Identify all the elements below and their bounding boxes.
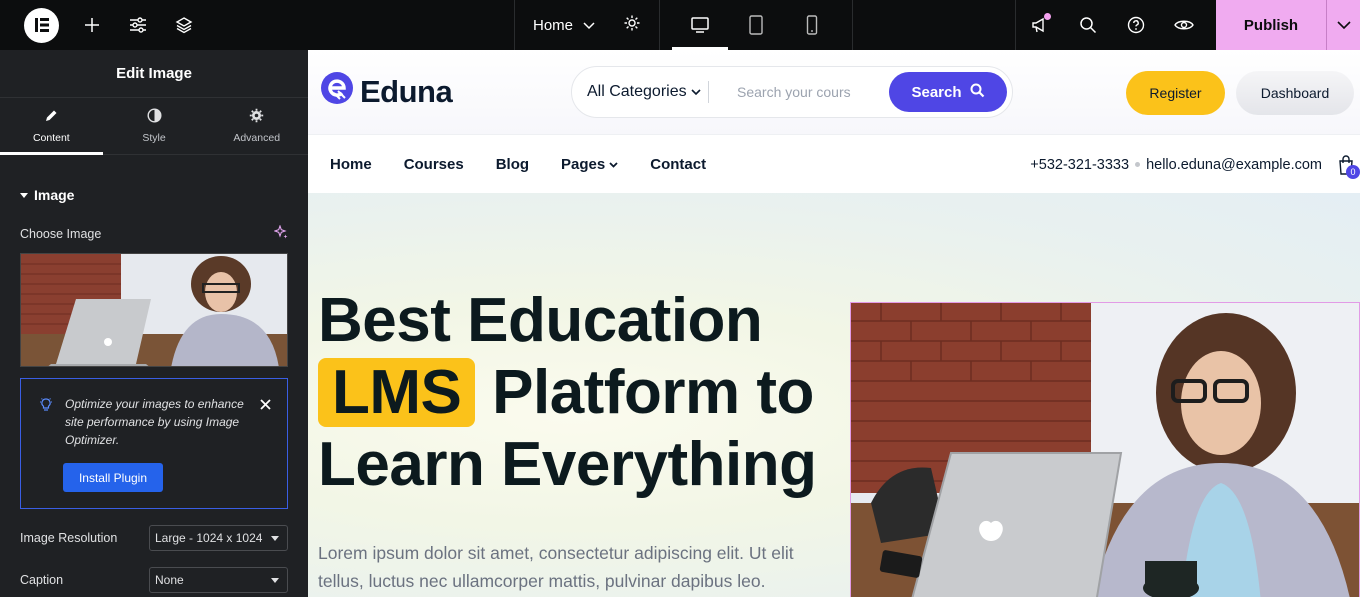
- caret-down-icon: [271, 535, 279, 541]
- nav-item-pages-label: Pages: [561, 156, 606, 173]
- eduna-logo-icon: [320, 71, 354, 113]
- hero-line-2: LMS Platform to: [318, 357, 816, 429]
- preview-canvas: Eduna All Categories Search your cours S…: [308, 50, 1360, 597]
- hero-section: Best Education LMS Platform to Learn Eve…: [308, 193, 1360, 597]
- chevron-down-icon: [609, 161, 618, 168]
- nav-item-contact[interactable]: Contact: [650, 156, 706, 173]
- topbar-right-group: Publish: [1015, 0, 1360, 50]
- category-label: All Categories: [587, 83, 687, 100]
- hero-line-1: Best Education: [318, 286, 763, 355]
- image-optimizer-notice: Optimize your images to enhance site per…: [20, 378, 288, 509]
- caption-row: Caption None: [0, 567, 308, 593]
- register-button[interactable]: Register: [1126, 71, 1225, 115]
- close-icon[interactable]: [260, 397, 271, 415]
- nav-item-blog[interactable]: Blog: [496, 156, 529, 173]
- nav-item-courses[interactable]: Courses: [404, 156, 464, 173]
- tab-content[interactable]: Content: [0, 98, 103, 155]
- structure-layers-icon[interactable]: [161, 0, 207, 50]
- site-header: Eduna All Categories Search your cours S…: [308, 50, 1360, 134]
- search-input[interactable]: Search your cours: [737, 84, 867, 100]
- chevron-down-icon: [691, 83, 701, 101]
- course-search-bar: All Categories Search your cours Search: [571, 66, 1013, 118]
- image-resolution-value: Large - 1024 x 1024: [155, 531, 263, 545]
- image-preview-thumbnail[interactable]: [20, 253, 288, 367]
- panel-title: Edit Image: [0, 50, 308, 98]
- hero-image[interactable]: [850, 302, 1360, 597]
- image-resolution-row: Image Resolution Large - 1024 x 1024: [0, 525, 308, 551]
- nav-item-pages[interactable]: Pages: [561, 156, 618, 173]
- caret-down-icon: [20, 192, 28, 198]
- caret-down-icon: [271, 577, 279, 583]
- device-switcher: [660, 0, 852, 50]
- add-element-icon[interactable]: [69, 0, 115, 50]
- page-name: Home: [533, 16, 574, 34]
- phone-number[interactable]: +532-321-3333: [1030, 157, 1129, 173]
- desktop-view-icon[interactable]: [672, 0, 729, 50]
- chevron-down-icon: [583, 17, 595, 34]
- page-selector[interactable]: Home: [515, 0, 659, 50]
- cart-count-badge: 0: [1346, 165, 1360, 179]
- topbar-left-group: [0, 0, 308, 50]
- hero-heading: Best Education LMS Platform to Learn Eve…: [318, 285, 817, 501]
- page-settings-gear-icon[interactable]: [623, 14, 641, 36]
- tablet-view-icon[interactable]: [728, 0, 784, 50]
- notification-dot: [1044, 13, 1051, 20]
- tab-advanced[interactable]: Advanced: [205, 98, 308, 154]
- tab-content-label: Content: [32, 131, 70, 144]
- half-circle-icon: [146, 108, 162, 126]
- email-address[interactable]: hello.eduna@example.com: [1146, 157, 1322, 173]
- preview-eye-icon[interactable]: [1160, 0, 1208, 50]
- search-button-label: Search: [911, 83, 962, 101]
- ai-sparkle-icon[interactable]: [273, 224, 288, 242]
- topbar-divider: [852, 0, 854, 50]
- mobile-view-icon[interactable]: [784, 0, 840, 50]
- caption-value: None: [155, 573, 184, 587]
- tab-style[interactable]: Style: [103, 98, 206, 154]
- cart-icon[interactable]: 0: [1338, 155, 1360, 180]
- editor-panel: Edit Image Content Style Advanced Image …: [0, 50, 308, 597]
- site-settings-icon[interactable]: [115, 0, 161, 50]
- choose-image-label: Choose Image: [20, 226, 102, 241]
- image-resolution-select[interactable]: Large - 1024 x 1024: [149, 525, 288, 551]
- search-button[interactable]: Search: [889, 72, 1007, 112]
- contact-info: +532-321-3333 hello.eduna@example.com: [1030, 135, 1322, 194]
- brand-name: Eduna: [360, 74, 453, 109]
- site-logo[interactable]: Eduna: [320, 71, 453, 113]
- dashboard-button[interactable]: Dashboard: [1236, 71, 1354, 115]
- caption-select[interactable]: None: [149, 567, 288, 593]
- lightbulb-icon: [39, 397, 53, 418]
- tab-advanced-label: Advanced: [233, 132, 281, 144]
- choose-image-row: Choose Image: [0, 224, 308, 242]
- hero-line-3: Learn Everything: [318, 430, 817, 499]
- section-title: Image: [34, 187, 75, 203]
- image-section-toggle[interactable]: Image: [0, 155, 308, 203]
- elementor-logo-icon[interactable]: [24, 7, 59, 43]
- whats-new-megaphone-icon[interactable]: [1016, 0, 1064, 50]
- publish-options-chevron-icon[interactable]: [1326, 0, 1360, 50]
- image-resolution-label: Image Resolution: [20, 531, 118, 545]
- nav-menu: Home Courses Blog Pages Contact: [330, 135, 706, 194]
- nav-item-home[interactable]: Home: [330, 156, 372, 173]
- caption-label: Caption: [20, 573, 64, 587]
- panel-tabs: Content Style Advanced: [0, 98, 308, 155]
- search-icon[interactable]: [1064, 0, 1112, 50]
- separator-dot: [1135, 162, 1141, 167]
- search-icon: [970, 83, 985, 102]
- pencil-icon: [44, 109, 58, 126]
- notice-text: Optimize your images to enhance site per…: [65, 397, 244, 447]
- hero-highlight: LMS: [318, 358, 476, 427]
- divider: [708, 81, 709, 103]
- hero-subtext: Lorem ipsum dolor sit amet, consectetur …: [318, 543, 794, 591]
- site-nav: Home Courses Blog Pages Contact +532-321…: [308, 134, 1360, 193]
- tab-style-label: Style: [142, 132, 166, 144]
- category-dropdown[interactable]: All Categories: [572, 83, 708, 101]
- help-icon[interactable]: [1112, 0, 1160, 50]
- editor-topbar: Home Publish: [0, 0, 1360, 50]
- publish-button[interactable]: Publish: [1216, 0, 1326, 50]
- gear-icon: [249, 108, 264, 126]
- hero-line-2-rest: Platform to: [492, 358, 814, 427]
- install-plugin-button[interactable]: Install Plugin: [63, 463, 163, 492]
